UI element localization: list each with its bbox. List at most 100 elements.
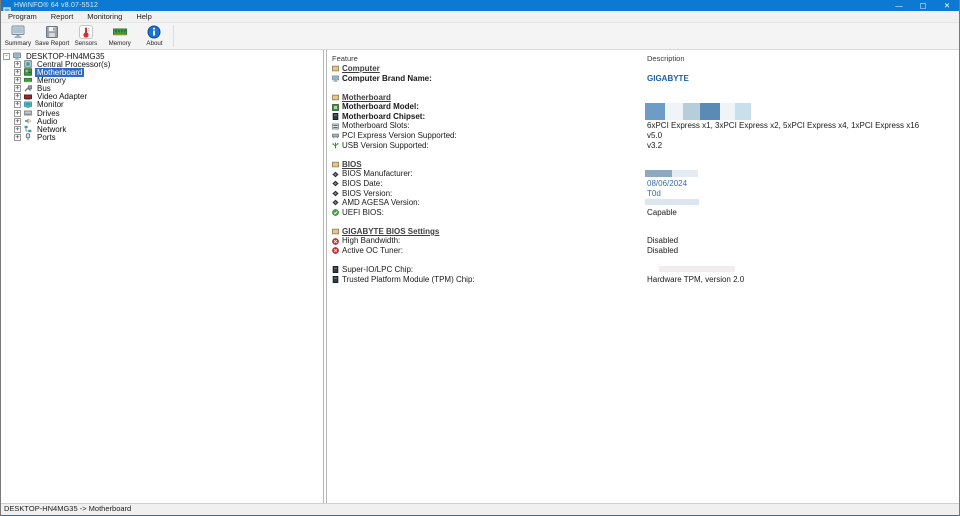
memory-icon — [24, 76, 32, 84]
list-header: Feature Description — [327, 52, 959, 64]
tree-expander[interactable]: + — [14, 110, 21, 117]
description-cell: v3.2 — [645, 141, 959, 151]
toolbar-button-memory[interactable]: Memory — [103, 23, 137, 49]
feature-cell: Motherboard Model: — [327, 102, 645, 112]
description-value: T0d — [647, 189, 661, 198]
main-area: -DESKTOP-HN4MG35+Central Processor(s)+Mo… — [1, 50, 959, 503]
feature-cell: UEFI BIOS: — [327, 208, 645, 218]
list-row[interactable]: AMD AGESA Version: — [327, 198, 959, 208]
list-row[interactable]: Motherboard — [327, 93, 959, 103]
menu-item-report[interactable]: Report — [44, 11, 81, 22]
pci-bus-icon — [332, 132, 339, 139]
feature-cell: BIOS Version: — [327, 189, 645, 199]
redacted-value — [645, 199, 699, 205]
feature-label: Computer Brand Name: — [342, 74, 432, 84]
list-row[interactable]: Active OC Tuner:Disabled — [327, 246, 959, 256]
list-row[interactable]: BIOS Date:08/06/2024 — [327, 179, 959, 189]
list-row[interactable]: Trusted Platform Module (TPM) Chip:Hardw… — [327, 275, 959, 285]
list-row[interactable]: Motherboard Chipset: — [327, 112, 959, 122]
memory-ram-icon — [113, 25, 127, 39]
tree-expander[interactable]: + — [14, 101, 21, 108]
list-row[interactable]: Motherboard Slots:6xPCI Express x1, 3xPC… — [327, 121, 959, 131]
bios-chip-icon — [332, 190, 339, 197]
tree-expander[interactable]: + — [14, 134, 21, 141]
list-row[interactable]: USB Version Supported:v3.2 — [327, 141, 959, 151]
list-row[interactable]: UEFI BIOS:Capable — [327, 208, 959, 218]
toolbar-button-about[interactable]: About — [137, 23, 171, 49]
list-row[interactable]: BIOS Manufacturer: — [327, 169, 959, 179]
tree-expander[interactable]: + — [14, 118, 21, 125]
description-cell — [645, 93, 959, 103]
description-value: 08/06/2024 — [647, 179, 687, 188]
list-row[interactable]: PCI Express Version Supported: v5.0 — [327, 131, 959, 141]
tree-expander[interactable]: + — [14, 77, 21, 84]
description-cell — [645, 102, 959, 112]
menu-item-help[interactable]: Help — [129, 11, 158, 22]
list-row[interactable]: BIOS Version:T0d — [327, 189, 959, 199]
about-info-icon — [147, 25, 161, 39]
list-row-blank — [327, 83, 959, 93]
audio-icon — [24, 117, 32, 125]
description-cell: v5.0 — [645, 131, 959, 141]
toolbar-button-save-report[interactable]: Save Report — [35, 23, 69, 49]
list-row[interactable]: Computer — [327, 64, 959, 74]
redacted-value — [659, 266, 735, 272]
toolbar-button-sensors[interactable]: Sensors — [69, 23, 103, 49]
motherboard-icon — [24, 68, 32, 76]
computer-icon — [13, 52, 21, 60]
list-row[interactable]: Motherboard Model: — [327, 102, 959, 112]
feature-label: PCI Express Version Supported: — [342, 131, 457, 141]
tree-expander[interactable]: + — [14, 69, 21, 76]
description-value: GIGABYTE — [647, 74, 689, 83]
feature-cell: Trusted Platform Module (TPM) Chip: — [327, 275, 645, 285]
feature-cell: BIOS Date: — [327, 179, 645, 189]
list-row[interactable]: High Bandwidth:Disabled — [327, 236, 959, 246]
list-row[interactable]: GIGABYTE BIOS Settings — [327, 227, 959, 237]
feature-cell: Super-IO/LPC Chip: — [327, 265, 645, 275]
feature-label: Active OC Tuner: — [342, 246, 403, 256]
close-button[interactable]: ✕ — [935, 0, 959, 11]
description-cell: Disabled — [645, 236, 959, 246]
feature-list-panel: Feature Description ComputerComputer Bra… — [327, 50, 959, 503]
tree-expander[interactable]: + — [14, 61, 21, 68]
list-row[interactable]: BIOS — [327, 160, 959, 170]
list-row[interactable]: Super-IO/LPC Chip: — [327, 265, 959, 275]
bios-chip-icon — [332, 171, 339, 178]
redaction-block — [659, 266, 735, 272]
description-cell: 08/06/2024 — [645, 179, 959, 189]
redaction-block — [735, 103, 751, 120]
column-header-description[interactable]: Description — [645, 54, 959, 63]
toolbar-button-summary[interactable]: Summary — [1, 23, 35, 49]
feature-cell: AMD AGESA Version: — [327, 198, 645, 208]
feature-cell: Motherboard Slots: — [327, 121, 645, 131]
network-icon — [24, 125, 32, 133]
tree-expander[interactable]: + — [14, 126, 21, 133]
menu-item-program[interactable]: Program — [1, 11, 44, 22]
feature-label: Motherboard Chipset: — [342, 112, 425, 122]
bus-icon — [24, 85, 32, 93]
bios-chip-icon — [332, 180, 339, 187]
feature-label: Super-IO/LPC Chip: — [342, 265, 413, 275]
section-icon — [332, 94, 339, 101]
menu-item-monitoring[interactable]: Monitoring — [80, 11, 129, 22]
feature-cell: Motherboard Chipset: — [327, 112, 645, 122]
list-row[interactable]: Computer Brand Name: GIGABYTE — [327, 74, 959, 84]
cpu-icon — [24, 60, 32, 68]
description-cell: Hardware TPM, version 2.0 — [645, 275, 959, 285]
toolbar-button-label: Memory — [109, 40, 131, 47]
maximize-button[interactable]: ▢ — [911, 0, 935, 11]
section-label: Motherboard — [342, 93, 391, 103]
tree-item-ports[interactable]: +Ports — [1, 133, 323, 141]
section-icon — [332, 161, 339, 168]
tree-expander[interactable]: - — [3, 53, 10, 60]
tree-expander[interactable]: + — [14, 93, 21, 100]
column-header-feature[interactable]: Feature — [327, 54, 645, 63]
feature-cell: BIOS — [327, 160, 645, 170]
description-cell: T0d — [645, 189, 959, 199]
bios-chip-icon — [332, 199, 339, 206]
minimize-button[interactable]: — — [887, 0, 911, 11]
chip-dark-icon — [332, 276, 339, 283]
tree-expander[interactable]: + — [14, 85, 21, 92]
redacted-value — [645, 170, 698, 177]
video-adapter-icon — [24, 93, 32, 101]
